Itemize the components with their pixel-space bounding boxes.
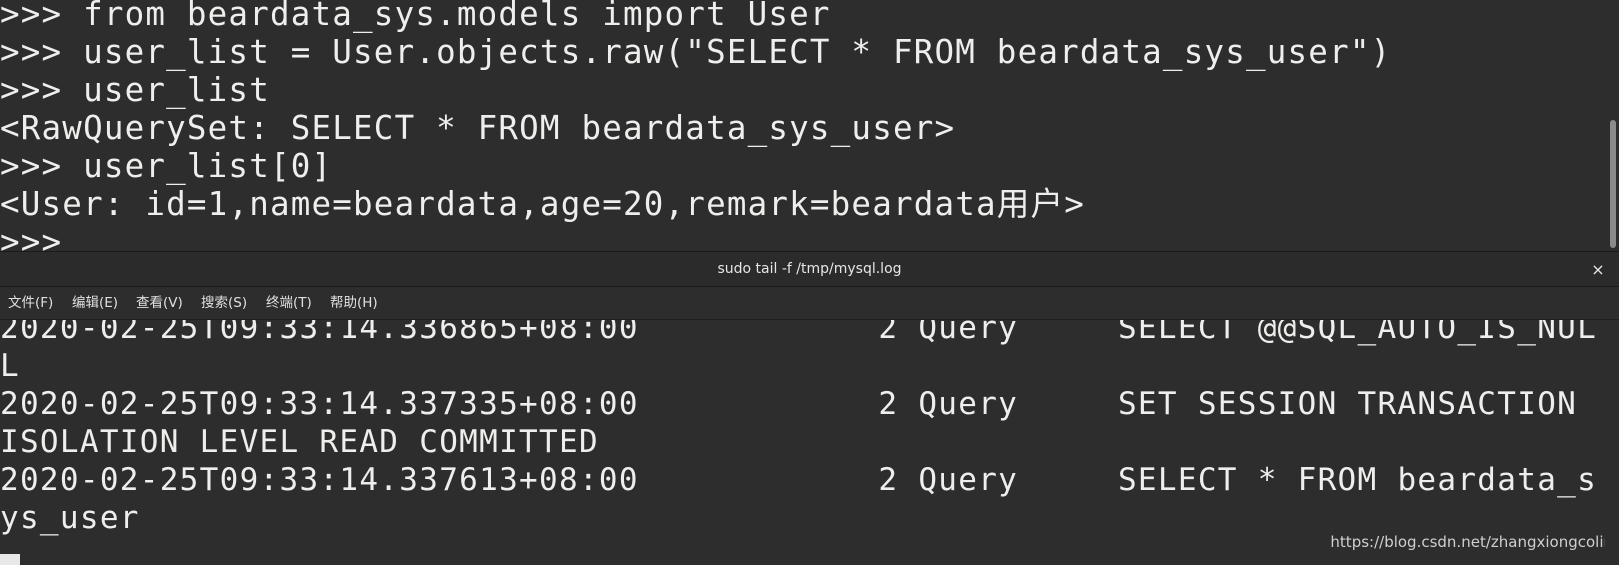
menu-item-search[interactable]: 搜索(S) (201, 287, 247, 320)
scrollbar-track[interactable] (1605, 0, 1619, 251)
text-cursor (0, 554, 20, 565)
shell-line: <RawQuerySet: SELECT * FROM beardata_sys… (0, 109, 956, 147)
log-line: ys_user (0, 500, 140, 536)
scrollbar-track[interactable] (1605, 320, 1619, 565)
menu-item-help[interactable]: 帮助(H) (330, 287, 378, 320)
log-line: 2020-02-25T09:33:14.337613+08:00 2 Query… (0, 462, 1598, 498)
log-line: 2020-02-25T09:33:14.337335+08:00 2 Query… (0, 386, 1578, 422)
log-line: 2020-02-25T09:33:14.336865+08:00 2 Query… (0, 320, 1598, 346)
window-title: sudo tail -f /tmp/mysql.log (717, 261, 902, 277)
menu-bar: 文件(F) 编辑(E) 查看(V) 搜索(S) 终端(T) 帮助(H) (0, 287, 1619, 320)
python-shell-pane[interactable]: >>> from beardata_sys.models import User… (0, 0, 1619, 251)
menu-item-edit[interactable]: 编辑(E) (72, 287, 118, 320)
mysql-log-pane[interactable]: 2020-02-25T09:33:14.336865+08:00 2 Query… (0, 320, 1619, 565)
shell-prompt-line: >>> (0, 223, 63, 251)
close-icon[interactable]: × (1587, 252, 1609, 287)
shell-line: >>> user_list[0] (0, 147, 333, 185)
log-line: L (0, 348, 20, 384)
shell-line: >>> user_list = User.objects.raw("SELECT… (0, 33, 1392, 71)
shell-line: <User: id=1,name=beardata,age=20,remark=… (0, 185, 1085, 223)
watermark: https://blog.csdn.net/zhangxiongcolin (1330, 533, 1613, 551)
log-line: ISOLATION LEVEL READ COMMITTED (0, 424, 599, 460)
menu-item-terminal[interactable]: 终端(T) (266, 287, 312, 320)
shell-line: >>> from beardata_sys.models import User (0, 0, 831, 33)
menu-item-file[interactable]: 文件(F) (8, 287, 53, 320)
window-titlebar[interactable]: sudo tail -f /tmp/mysql.log × (0, 251, 1619, 287)
shell-line: >>> user_list (0, 71, 270, 109)
scrollbar-thumb[interactable] (1610, 120, 1616, 248)
menu-item-view[interactable]: 查看(V) (136, 287, 183, 320)
